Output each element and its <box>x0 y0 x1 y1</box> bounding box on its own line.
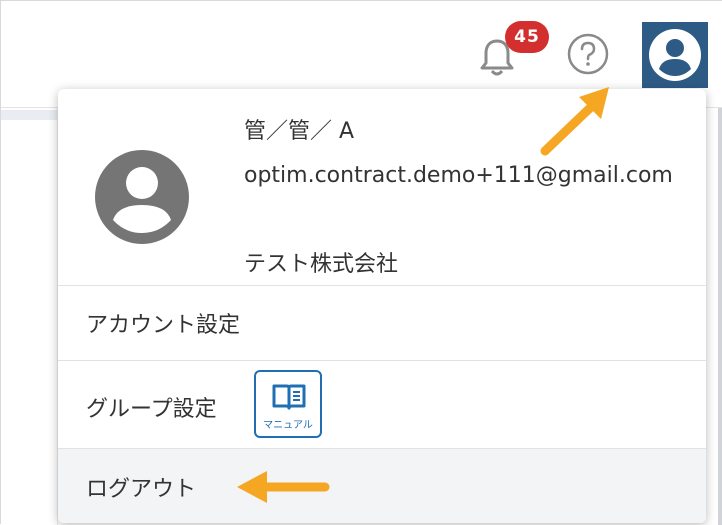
group-settings-item[interactable]: グループ設定 マニュアル <box>58 361 706 449</box>
account-circle-icon <box>95 150 189 244</box>
manual-button[interactable]: マニュアル <box>254 370 322 438</box>
scrollbar[interactable] <box>718 108 722 525</box>
account-circle-icon <box>649 29 701 81</box>
manual-label: マニュアル <box>263 420 313 431</box>
annotation-arrow-icon <box>237 471 330 503</box>
user-email: optim.contract.demo+111@gmail.com <box>244 163 673 188</box>
app-window: 45 管／管／ A optim.contract.demo+111@gmail.… <box>0 0 722 525</box>
user-avatar-button[interactable] <box>642 22 708 88</box>
user-company: テスト株式会社 <box>244 252 399 277</box>
notification-count-badge[interactable]: 45 <box>505 21 549 53</box>
account-settings-label: アカウント設定 <box>86 313 241 338</box>
logout-item[interactable]: ログアウト <box>58 449 706 523</box>
book-icon <box>272 384 306 410</box>
question-circle-icon[interactable] <box>565 31 611 77</box>
account-settings-item[interactable]: アカウント設定 <box>58 285 706 361</box>
group-settings-label: グループ設定 <box>86 397 217 422</box>
left-sidebar <box>1 108 58 525</box>
annotation-arrow-icon <box>540 87 609 156</box>
logout-label: ログアウト <box>86 477 197 502</box>
user-name: 管／管／ A <box>244 119 355 144</box>
